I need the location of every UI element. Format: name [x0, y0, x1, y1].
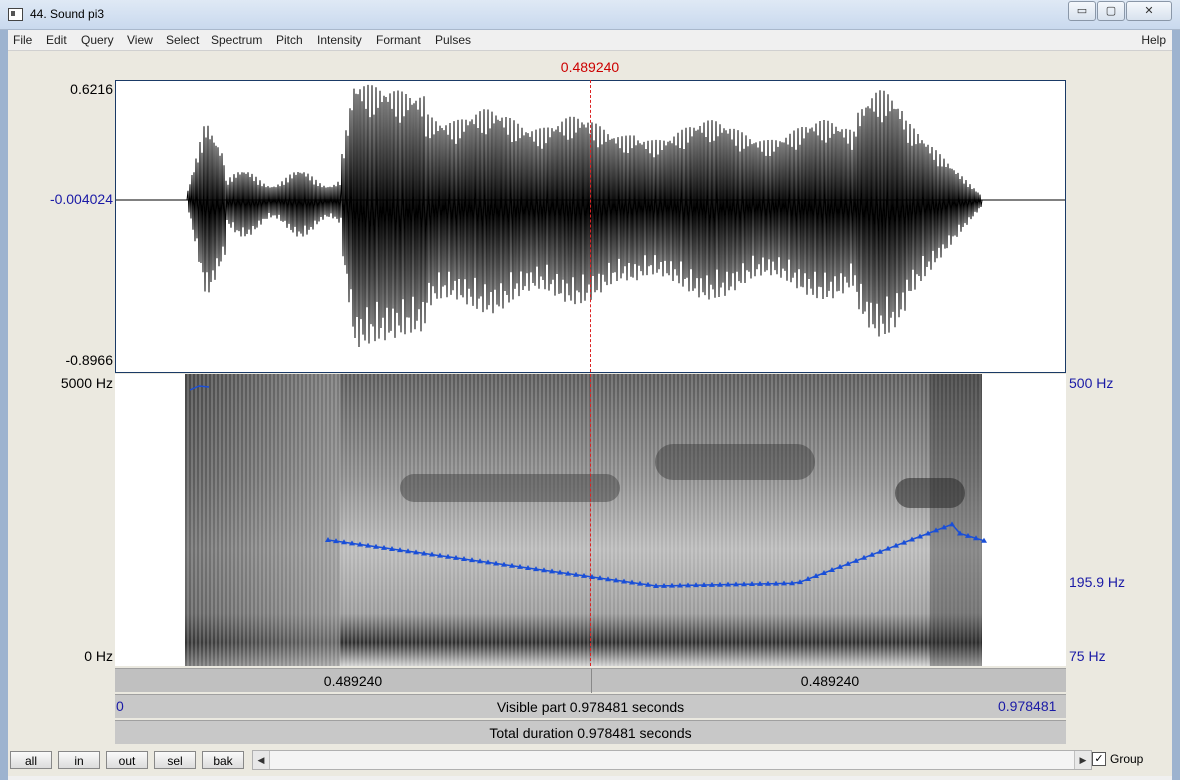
- waveform-svg: [116, 84, 1065, 348]
- pitch-min-label: 75 Hz: [1069, 648, 1106, 664]
- close-button[interactable]: ✕: [1126, 1, 1172, 21]
- left-part-time[interactable]: 0.489240: [115, 673, 591, 689]
- scroll-right-icon[interactable]: ▶: [1074, 751, 1091, 769]
- menu-pitch[interactable]: Pitch: [276, 33, 303, 47]
- zoom-back-button[interactable]: bak: [202, 751, 244, 769]
- window-controls: ▭ ▢ ✕: [1067, 1, 1172, 21]
- menu-formant[interactable]: Formant: [376, 33, 421, 47]
- visible-end-time: 0.978481: [998, 698, 1057, 714]
- cursor-line[interactable]: [590, 80, 591, 666]
- waveform-max-label: 0.6216: [70, 81, 113, 97]
- total-duration-text: Total duration 0.978481 seconds: [489, 725, 692, 741]
- menu-query[interactable]: Query: [81, 33, 114, 47]
- pitch-cursor-label: 195.9 Hz: [1069, 574, 1126, 590]
- bottom-toolbar: all in out sel bak ◀ ▶ ✓ Group: [8, 746, 1172, 776]
- window-title: 44. Sound pi3: [30, 7, 105, 21]
- menu-pulses[interactable]: Pulses: [435, 33, 471, 47]
- menu-intensity[interactable]: Intensity: [317, 33, 362, 47]
- zoom-all-button[interactable]: all: [10, 751, 52, 769]
- spectrogram-min-freq-label: 0 Hz: [84, 648, 113, 664]
- visible-start-time: 0: [116, 698, 124, 714]
- menu-file[interactable]: File: [13, 33, 32, 47]
- window-left-border: [0, 29, 8, 780]
- waveform-trace: [116, 84, 1065, 348]
- zoom-out-button[interactable]: out: [106, 751, 148, 769]
- selection-time-bar[interactable]: 0.489240 0.489240: [115, 668, 1068, 693]
- waveform-zero-label: -0.004024: [49, 191, 113, 207]
- menu-edit[interactable]: Edit: [46, 33, 67, 47]
- window-right-border: [1172, 29, 1180, 780]
- app-icon: [8, 8, 23, 21]
- maximize-button[interactable]: ▢: [1097, 1, 1125, 21]
- total-duration-bar[interactable]: Total duration 0.978481 seconds: [115, 720, 1066, 744]
- menu-spectrum[interactable]: Spectrum: [211, 33, 262, 47]
- waveform-min-label: -0.8966: [65, 352, 113, 368]
- spectrogram-max-freq-label: 5000 Hz: [60, 375, 113, 391]
- title-bar: 44. Sound pi3 ▭ ▢ ✕: [0, 0, 1180, 30]
- minimize-button[interactable]: ▭: [1068, 1, 1096, 21]
- menu-view[interactable]: View: [127, 33, 153, 47]
- time-scrollbar[interactable]: ◀ ▶: [252, 750, 1092, 770]
- formant-band-1: [400, 474, 620, 502]
- group-checkbox[interactable]: ✓: [1092, 752, 1106, 766]
- zoom-selection-button[interactable]: sel: [154, 751, 196, 769]
- group-label: Group: [1110, 752, 1144, 766]
- menu-select[interactable]: Select: [166, 33, 199, 47]
- cursor-time-label: 0.489240: [560, 59, 620, 75]
- menu-help[interactable]: Help: [1141, 33, 1166, 47]
- right-part-time[interactable]: 0.489240: [592, 673, 1068, 689]
- zoom-in-button[interactable]: in: [58, 751, 100, 769]
- spectrogram-offset: [930, 374, 982, 666]
- formant-band-2: [655, 444, 815, 480]
- pitch-max-label: 500 Hz: [1069, 375, 1114, 391]
- visible-part-bar[interactable]: Visible part 0.978481 seconds: [115, 694, 1066, 718]
- menu-bar: File Edit Query View Select Spectrum Pit…: [8, 30, 1172, 51]
- scroll-left-icon[interactable]: ◀: [253, 751, 270, 769]
- spectrogram-striations: [185, 374, 982, 666]
- visible-part-text: Visible part 0.978481 seconds: [496, 699, 685, 715]
